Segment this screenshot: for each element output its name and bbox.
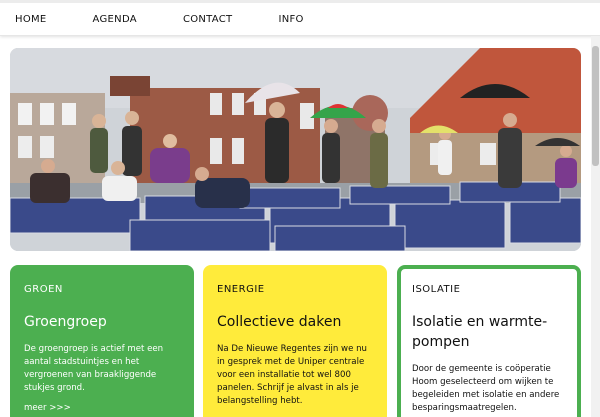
scrollbar-thumb[interactable] xyxy=(592,46,599,166)
card-isolatie: ISOLATIE Isolatie en warmte-pompen Door … xyxy=(397,265,581,417)
card-text: Door de gemeente is coöperatie Hoom gese… xyxy=(412,364,560,413)
nav-agenda[interactable]: AGENDA xyxy=(93,14,137,25)
page-scrollbar[interactable] xyxy=(591,36,600,417)
card-tag: GROEN xyxy=(24,284,63,295)
read-more-link[interactable]: meer >>> xyxy=(24,403,71,413)
hero-photo-illustration xyxy=(10,48,581,251)
card-title: Groengroep xyxy=(24,314,107,330)
nav-info[interactable]: INFO xyxy=(278,14,303,25)
card-tag: ISOLATIE xyxy=(412,284,461,295)
card-title: Isolatie en warmte-pompen xyxy=(412,314,548,350)
card-groen: GROEN Groengroep De groengroep is actief… xyxy=(10,265,194,417)
nav-home[interactable]: HOME xyxy=(15,14,47,25)
card-tag: ENERGIE xyxy=(217,284,265,295)
card-energie: ENERGIE Collectieve daken Na De Nieuwe R… xyxy=(203,265,387,417)
card-text: Na De Nieuwe Regentes zijn we nu in gesp… xyxy=(217,344,367,406)
hero-image xyxy=(10,48,581,251)
card-text: De groengroep is actief met een aantal s… xyxy=(24,344,164,393)
nav-contact[interactable]: CONTACT xyxy=(183,14,233,25)
card-title: Collectieve daken xyxy=(217,314,342,330)
top-navigation: HOME AGENDA CONTACT INFO xyxy=(0,0,600,36)
